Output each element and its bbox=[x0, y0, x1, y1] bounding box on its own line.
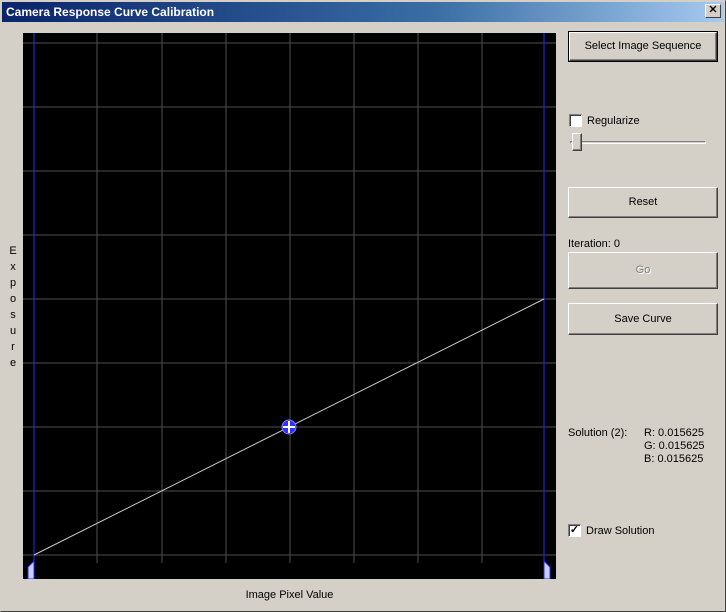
regularize-checkbox-row[interactable]: Regularize bbox=[569, 114, 640, 127]
go-button[interactable]: Go bbox=[568, 252, 718, 289]
title-bar[interactable]: Camera Response Curve Calibration ✕ bbox=[2, 2, 724, 22]
window-title: Camera Response Curve Calibration bbox=[6, 5, 215, 19]
y-axis-label: E x p o s u r e bbox=[9, 245, 17, 369]
select-image-sequence-button[interactable]: Select Image Sequence bbox=[568, 31, 718, 62]
draw-solution-label: Draw Solution bbox=[586, 524, 655, 537]
regularize-label: Regularize bbox=[587, 114, 640, 127]
solution-label: Solution (2): bbox=[568, 427, 628, 439]
solution-r-value: R: 0.015625 bbox=[644, 427, 704, 439]
calibration-window: Camera Response Curve Calibration ✕ E x … bbox=[0, 0, 726, 612]
left-bound-handle bbox=[27, 559, 35, 579]
response-curve-plot[interactable] bbox=[23, 33, 556, 579]
iteration-label: Iteration: 0 bbox=[568, 238, 620, 250]
draw-solution-checkbox-row[interactable]: ✓ Draw Solution bbox=[568, 524, 654, 537]
solution-b-value: B: 0.015625 bbox=[644, 453, 704, 465]
regularize-slider-thumb[interactable] bbox=[572, 133, 582, 151]
right-bound-handle bbox=[543, 559, 551, 579]
reset-button[interactable]: Reset bbox=[568, 187, 718, 218]
x-axis-label: Image Pixel Value bbox=[245, 589, 334, 601]
solution-g-value: G: 0.015625 bbox=[644, 440, 705, 452]
draw-solution-checkbox[interactable]: ✓ bbox=[568, 524, 581, 537]
regularize-slider-track[interactable] bbox=[570, 141, 706, 144]
close-button[interactable]: ✕ bbox=[705, 4, 721, 18]
regularize-checkbox[interactable] bbox=[569, 114, 582, 127]
plot-svg bbox=[23, 33, 556, 579]
save-curve-button[interactable]: Save Curve bbox=[568, 303, 718, 335]
